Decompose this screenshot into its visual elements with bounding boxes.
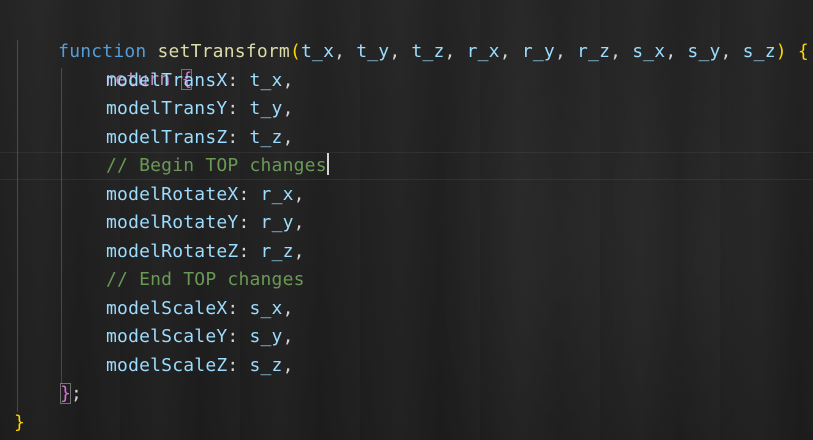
- function-open-brace: {: [797, 41, 809, 62]
- property-key: modelTransY: [106, 98, 228, 119]
- code-line-property[interactable]: modelTransZ: t_z,: [106, 124, 294, 152]
- comma: ,: [282, 127, 294, 148]
- open-paren: (: [289, 41, 301, 62]
- property-value: t_y: [249, 98, 283, 119]
- param: s_x: [632, 41, 666, 62]
- code-line-property[interactable]: modelScaleZ: s_z,: [106, 352, 294, 380]
- object-close-brace: }: [60, 383, 72, 404]
- code-line-property[interactable]: modelRotateZ: r_z,: [106, 238, 305, 266]
- property-value: t_x: [249, 70, 283, 91]
- property-key: modelScaleX: [106, 298, 228, 319]
- param: s_z: [742, 41, 776, 62]
- param-separator: ,: [444, 41, 467, 62]
- property-key: modelTransX: [106, 70, 228, 91]
- colon: :: [227, 70, 250, 91]
- code-line-property[interactable]: modelTransX: t_x,: [106, 67, 294, 95]
- colon: :: [238, 241, 261, 262]
- property-value: r_x: [260, 184, 294, 205]
- property-value: t_z: [249, 127, 283, 148]
- code-line-property[interactable]: modelRotateY: r_y,: [106, 209, 305, 237]
- param-separator: ,: [389, 41, 412, 62]
- colon: :: [227, 355, 250, 376]
- close-paren: ): [775, 41, 787, 62]
- colon: :: [238, 184, 261, 205]
- param: r_y: [521, 41, 555, 62]
- property-key: modelRotateY: [106, 212, 239, 233]
- code-line-property[interactable]: modelRotateX: r_x,: [106, 181, 305, 209]
- param-separator: ,: [720, 41, 743, 62]
- property-value: r_z: [260, 241, 294, 262]
- param-separator: ,: [610, 41, 633, 62]
- comma: ,: [282, 326, 294, 347]
- code-line-comment[interactable]: // End TOP changes: [106, 266, 305, 294]
- comma: ,: [282, 70, 294, 91]
- property-key: modelScaleY: [106, 326, 228, 347]
- property-value: s_x: [249, 298, 283, 319]
- param: t_z: [411, 41, 445, 62]
- comma: ,: [293, 184, 305, 205]
- colon: :: [227, 98, 250, 119]
- property-key: modelRotateZ: [106, 241, 239, 262]
- semicolon: ;: [71, 383, 83, 404]
- code-line-close-object[interactable]: };: [60, 380, 82, 408]
- code-line-property[interactable]: modelScaleX: s_x,: [106, 295, 294, 323]
- indent-guide-outer: [17, 40, 18, 412]
- code-line-return[interactable]: return {: [60, 38, 193, 90]
- code-editor[interactable]: function setTransform(t_x, t_y, t_z, r_x…: [0, 0, 813, 440]
- param: r_x: [466, 41, 500, 62]
- comma: ,: [293, 212, 305, 233]
- param-separator: ,: [499, 41, 522, 62]
- param: t_x: [301, 41, 335, 62]
- colon: :: [238, 212, 261, 233]
- property-value: r_y: [260, 212, 294, 233]
- code-line-function-signature[interactable]: function setTransform(t_x, t_y, t_z, r_x…: [14, 10, 809, 62]
- property-key: modelRotateX: [106, 184, 239, 205]
- property-value: s_y: [249, 326, 283, 347]
- code-line-property[interactable]: modelScaleY: s_y,: [106, 323, 294, 351]
- function-close-brace: }: [14, 412, 26, 433]
- code-line-property[interactable]: modelTransY: t_y,: [106, 95, 294, 123]
- comma: ,: [282, 98, 294, 119]
- param-separator: ,: [334, 41, 357, 62]
- code-line-close-function[interactable]: }: [14, 409, 25, 437]
- property-value: s_z: [249, 355, 283, 376]
- param-separator: ,: [665, 41, 688, 62]
- param: s_y: [687, 41, 721, 62]
- code-line-comment[interactable]: // Begin TOP changes: [106, 152, 329, 180]
- comment-begin-top-changes: // Begin TOP changes: [106, 155, 327, 176]
- colon: :: [227, 298, 250, 319]
- param: t_y: [356, 41, 390, 62]
- comment-end-top-changes: // End TOP changes: [106, 269, 305, 290]
- text-cursor: [326, 153, 329, 175]
- colon: :: [227, 326, 250, 347]
- comma: ,: [282, 298, 294, 319]
- property-key: modelScaleZ: [106, 355, 228, 376]
- param-separator: ,: [554, 41, 578, 62]
- param: r_z: [577, 41, 611, 62]
- property-key: modelTransZ: [106, 127, 228, 148]
- colon: :: [227, 127, 250, 148]
- comma: ,: [293, 241, 305, 262]
- comma: ,: [282, 355, 294, 376]
